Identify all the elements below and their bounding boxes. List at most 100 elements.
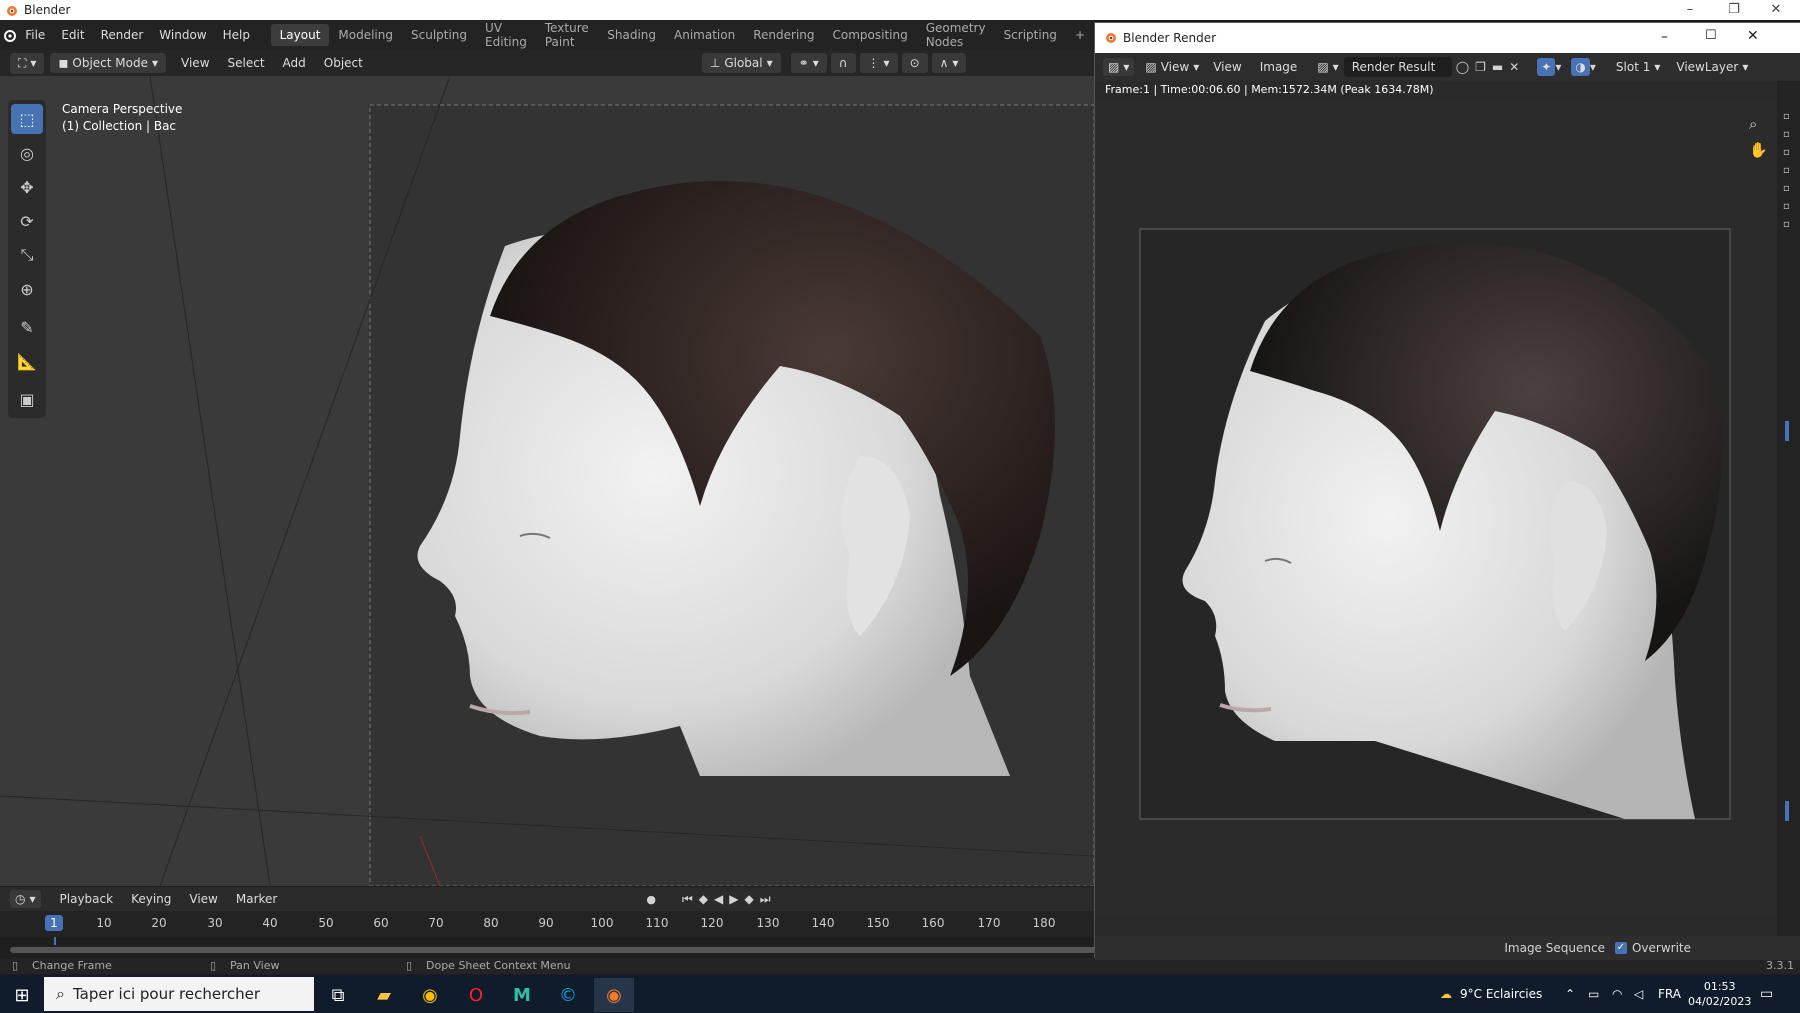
editor-type-button[interactable]: ⛶ ▾ — [10, 52, 45, 74]
tab-layout[interactable]: Layout — [270, 24, 330, 46]
maximize-icon[interactable]: ❐ — [1716, 0, 1752, 20]
render-image-area[interactable]: ⌕ ✋ — [1095, 101, 1777, 916]
sidebar-scroll-indicator[interactable] — [1785, 421, 1789, 441]
new-image-icon[interactable]: ❐ — [1475, 60, 1486, 74]
sidebar-tab-icon[interactable]: ▫ — [1783, 219, 1790, 230]
meet-icon[interactable]: ▭ — [1588, 975, 1599, 1013]
open-image-icon[interactable]: ▬ — [1492, 60, 1503, 74]
tab-compositing[interactable]: Compositing — [824, 24, 917, 46]
viewlayer-dropdown[interactable]: ViewLayer ▾ — [1668, 57, 1756, 77]
cc-app-icon[interactable]: © — [548, 978, 588, 1012]
next-keyframe-icon[interactable]: ◆ — [744, 892, 753, 906]
image-name-field[interactable]: Render Result — [1343, 57, 1452, 77]
orientation-dropdown[interactable]: ⊥ Global ▾ — [701, 53, 781, 73]
weather-widget[interactable]: ☁ 9°C Eclaircies — [1440, 975, 1542, 1013]
move-tool-icon[interactable]: ✥ — [11, 172, 43, 202]
slot-dropdown[interactable]: Slot 1 ▾ — [1608, 57, 1668, 77]
current-frame-indicator[interactable]: 1 — [45, 915, 63, 931]
jump-end-icon[interactable]: ⏭ — [760, 892, 771, 907]
menu-image[interactable]: Image — [1251, 60, 1307, 74]
menu-view[interactable]: View — [172, 56, 218, 70]
pivot-dropdown[interactable]: ⚭ ▾ — [790, 53, 827, 73]
sidebar-tab-icon[interactable]: ▫ — [1783, 165, 1790, 176]
snap-toggle[interactable]: ∩ — [830, 53, 856, 73]
fake-user-icon[interactable]: ◯ — [1456, 60, 1469, 74]
transform-tool-icon[interactable]: ⊕ — [11, 274, 43, 304]
timeline-body[interactable] — [0, 937, 1475, 958]
3d-viewport[interactable] — [0, 76, 1094, 886]
overlay-toggle[interactable]: ◑ — [1571, 58, 1590, 76]
tab-geometry-nodes[interactable]: Geometry Nodes — [917, 17, 995, 53]
blender-menu-icon[interactable] — [0, 28, 17, 42]
menu-playback[interactable]: Playback — [51, 892, 123, 906]
select-box-tool-icon[interactable]: ⬚ — [11, 104, 43, 134]
frame-ruler[interactable]: 1 10 20 30 40 50 60 70 80 90 100 110 120… — [0, 911, 1094, 937]
tab-modeling[interactable]: Modeling — [329, 24, 402, 46]
jump-start-icon[interactable]: ⏮ — [682, 892, 693, 907]
proportional-edit-toggle[interactable]: ⊙ — [901, 53, 928, 73]
menu-render-view[interactable]: View — [1204, 60, 1250, 74]
view-mode-dropdown[interactable]: ▨ View ▾ — [1140, 58, 1204, 76]
menu-file[interactable]: File — [17, 28, 53, 42]
hand-pan-icon[interactable]: ✋ — [1749, 141, 1768, 159]
sidebar-tab-icon[interactable]: ▫ — [1783, 201, 1790, 212]
record-icon[interactable]: ● — [646, 893, 656, 906]
sidebar-tab-icon[interactable]: ▫ — [1783, 129, 1790, 140]
windows-start-icon[interactable]: ⊞ — [2, 978, 42, 1012]
play-reverse-icon[interactable]: ◀ — [714, 892, 723, 906]
overwrite-checkbox[interactable]: ✓ — [1614, 942, 1627, 954]
add-workspace-icon[interactable]: + — [1066, 24, 1094, 46]
chrome-icon[interactable]: ◉ — [410, 978, 450, 1012]
snap-dropdown[interactable]: ⋮ ▾ — [859, 53, 898, 73]
sidebar-tab-icon[interactable]: ▫ — [1783, 183, 1790, 194]
annotate-tool-icon[interactable]: ✎ — [11, 312, 43, 342]
opera-icon[interactable]: O — [456, 978, 496, 1012]
maximize-icon[interactable]: ☐ — [1705, 28, 1717, 43]
tab-shading[interactable]: Shading — [598, 24, 665, 46]
tab-sculpting[interactable]: Sculpting — [402, 24, 476, 46]
menu-add[interactable]: Add — [274, 56, 315, 70]
tab-uv-editing[interactable]: UV Editing — [476, 17, 536, 53]
play-icon[interactable]: ▶ — [729, 892, 738, 906]
task-view-icon[interactable]: ⧉ — [318, 978, 358, 1012]
network-icon[interactable]: ◠ — [1612, 975, 1622, 1013]
maya-icon[interactable]: M — [502, 978, 542, 1012]
tray-chevron-icon[interactable]: ⌃ — [1565, 975, 1575, 1013]
file-explorer-icon[interactable]: ▰ — [364, 978, 404, 1012]
menu-marker[interactable]: Marker — [227, 892, 286, 906]
tab-texture-paint[interactable]: Texture Paint — [536, 17, 598, 53]
menu-edit[interactable]: Edit — [53, 28, 92, 42]
menu-window[interactable]: Window — [151, 28, 214, 42]
scale-tool-icon[interactable]: ⤡ — [11, 240, 43, 270]
close-icon[interactable]: ✕ — [1758, 0, 1794, 20]
notification-icon[interactable]: ▭ — [1760, 975, 1773, 1013]
menu-object[interactable]: Object — [315, 56, 372, 70]
clock[interactable]: 01:53 04/02/2023 — [1688, 975, 1751, 1013]
rotate-tool-icon[interactable]: ⟳ — [11, 206, 43, 236]
tab-animation[interactable]: Animation — [665, 24, 744, 46]
volume-icon[interactable]: ◁ — [1634, 975, 1643, 1013]
menu-render[interactable]: Render — [93, 28, 152, 42]
menu-keying[interactable]: Keying — [122, 892, 180, 906]
menu-timeline-view[interactable]: View — [180, 892, 226, 906]
mode-dropdown[interactable]: ◼ Object Mode ▾ — [50, 53, 167, 73]
minimize-icon[interactable]: – — [1672, 0, 1708, 20]
prev-keyframe-icon[interactable]: ◆ — [699, 892, 708, 906]
taskbar-search-box[interactable]: ⌕ Taper ici pour rechercher — [44, 977, 314, 1011]
close-icon[interactable]: ✕ — [1747, 28, 1759, 44]
cursor-tool-icon[interactable]: ◎ — [11, 138, 43, 168]
language-indicator[interactable]: FRA — [1658, 975, 1681, 1013]
zoom-icon[interactable]: ⌕ — [1749, 115, 1757, 133]
sidebar-tab-icon[interactable]: ▫ — [1783, 147, 1790, 158]
gizmo-toggle[interactable]: ✦ — [1537, 58, 1556, 76]
menu-select[interactable]: Select — [219, 56, 274, 70]
timeline-editor-type[interactable]: ◷ ▾ — [10, 890, 41, 908]
menu-help[interactable]: Help — [215, 28, 258, 42]
blender-taskbar-icon[interactable]: ◉ — [594, 978, 634, 1012]
tab-rendering[interactable]: Rendering — [744, 24, 823, 46]
unlink-image-icon[interactable]: ✕ — [1509, 60, 1519, 74]
falloff-dropdown[interactable]: ∧ ▾ — [931, 53, 967, 73]
add-cube-tool-icon[interactable]: ▣ — [11, 384, 43, 414]
tab-scripting[interactable]: Scripting — [995, 24, 1066, 46]
sidebar-scroll-indicator[interactable] — [1785, 801, 1789, 821]
